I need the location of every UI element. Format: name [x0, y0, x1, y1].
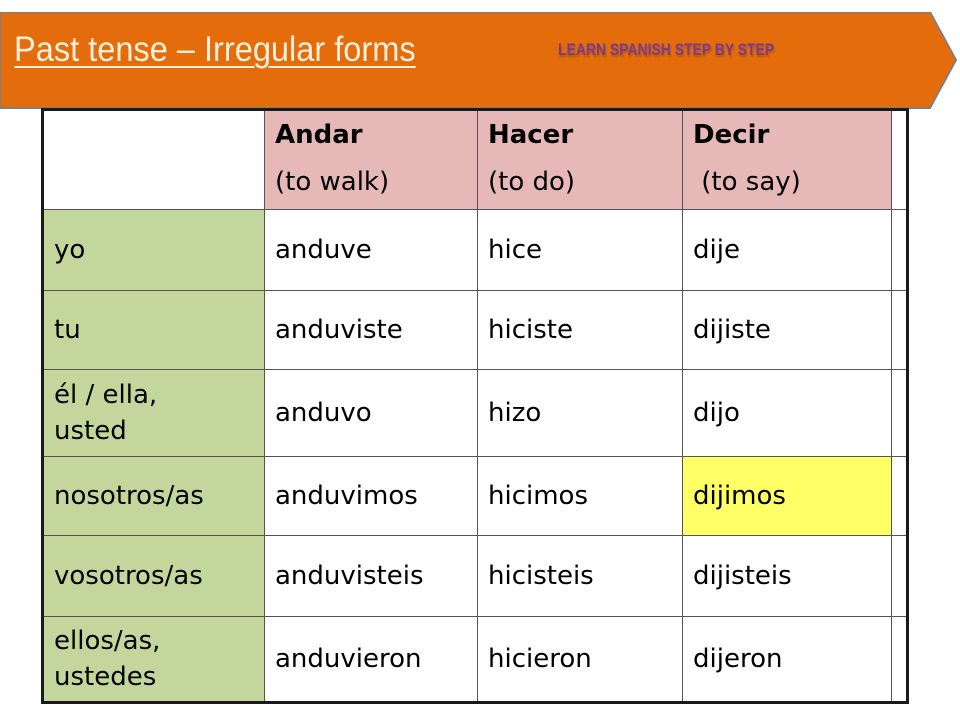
form-cell: anduvisteis: [264, 535, 478, 617]
verb-translation: (to do): [488, 167, 576, 197]
pronoun-cell: yo: [42, 209, 265, 291]
header-row: Andar (to walk) Hacer (to do) Decir (to …: [42, 109, 908, 210]
pronoun-cell: él / ella, usted: [42, 369, 265, 457]
form-cell: anduviste: [264, 290, 478, 370]
verb-name: Hacer: [488, 120, 574, 150]
pronoun-text: nosotros/as: [54, 481, 204, 511]
empty-column-cell: [891, 369, 908, 457]
verb-name: Decir: [693, 120, 770, 150]
form-cell: dije: [682, 209, 892, 291]
header-cell-decir: Decir (to say): [682, 109, 892, 210]
brand-subtitle: LEARN SPANISH STEP BY STEP: [558, 40, 775, 59]
form-cell: dijeron: [682, 616, 892, 703]
form-cell: hicimos: [477, 456, 683, 536]
pronoun-text: ellos/as,: [54, 626, 161, 656]
header-corner-cell: [42, 109, 265, 210]
form-cell: anduvimos: [264, 456, 478, 536]
table-row: tu anduviste hiciste dijiste: [42, 290, 908, 370]
verb-translation: (to say): [693, 167, 801, 197]
pronoun-text: ustedes: [54, 662, 157, 692]
form-cell: hicieron: [477, 616, 683, 703]
empty-column-cell: [891, 456, 908, 536]
form-cell: hiciste: [477, 290, 683, 370]
empty-column-cell: [891, 535, 908, 617]
pronoun-cell: ellos/as, ustedes: [42, 616, 265, 703]
form-cell: dijisteis: [682, 535, 892, 617]
pronoun-cell: vosotros/as: [42, 535, 265, 617]
form-cell: hizo: [477, 369, 683, 457]
table-row: vosotros/as anduvisteis hicisteis dijist…: [42, 535, 908, 617]
form-cell: anduvo: [264, 369, 478, 457]
highlighted-form-cell: dijimos: [682, 456, 892, 536]
empty-column-cell: [891, 109, 908, 210]
pronoun-cell: tu: [42, 290, 265, 370]
header-cell-andar: Andar (to walk): [264, 109, 478, 210]
page-title: Past tense – Irregular forms: [14, 30, 416, 69]
table-row: ellos/as, ustedes anduvieron hicieron di…: [42, 616, 908, 703]
form-cell: hice: [477, 209, 683, 291]
table-row: yo anduve hice dije: [42, 209, 908, 291]
pronoun-text: vosotros/as: [54, 561, 203, 591]
header-cell-hacer: Hacer (to do): [477, 109, 683, 210]
pronoun-cell: nosotros/as: [42, 456, 265, 536]
form-cell: hicisteis: [477, 535, 683, 617]
table-row: nosotros/as anduvimos hicimos dijimos: [42, 456, 908, 536]
empty-column-cell: [891, 290, 908, 370]
verb-translation: (to walk): [275, 167, 390, 197]
form-cell: anduve: [264, 209, 478, 291]
pronoun-text: yo: [54, 235, 86, 265]
form-cell: dijiste: [682, 290, 892, 370]
pronoun-text: tu: [54, 315, 81, 345]
table-row: él / ella, usted anduvo hizo dijo: [42, 369, 908, 457]
conjugation-table: Andar (to walk) Hacer (to do) Decir (to …: [41, 108, 909, 704]
verb-name: Andar: [275, 120, 363, 150]
form-cell: dijo: [682, 369, 892, 457]
empty-column-cell: [891, 616, 908, 703]
form-cell: anduvieron: [264, 616, 478, 703]
pronoun-text: usted: [54, 416, 127, 446]
empty-column-cell: [891, 209, 908, 291]
pronoun-text: él / ella,: [54, 380, 158, 410]
